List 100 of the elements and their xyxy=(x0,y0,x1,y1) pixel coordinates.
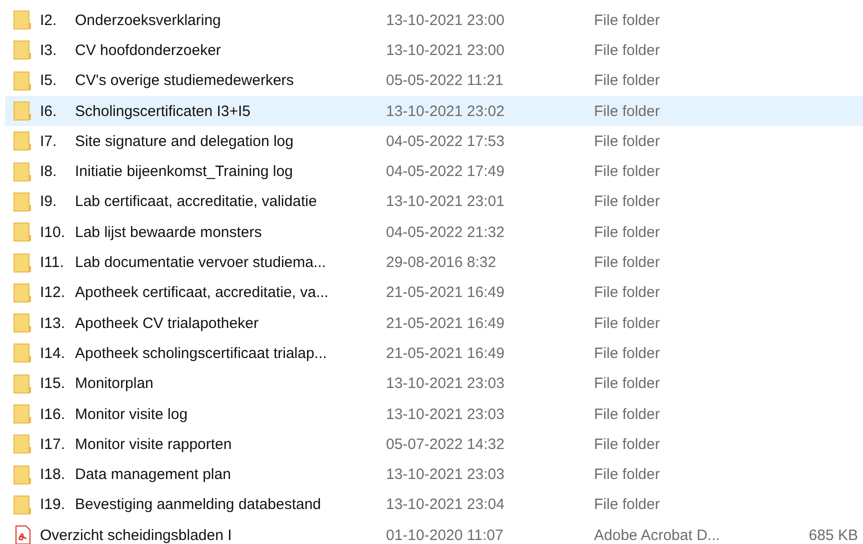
file-name: Monitor visite rapporten xyxy=(75,436,232,453)
date-modified: 13-10-2021 23:01 xyxy=(386,193,506,210)
file-row[interactable]: I5. CV's overige studiemedewerkers 05-05-2022 11:21 File folder xyxy=(5,66,863,96)
file-number: I3. xyxy=(40,42,58,59)
file-type: File folder xyxy=(594,224,661,241)
file-type: File folder xyxy=(594,12,661,29)
file-name: Site signature and delegation log xyxy=(75,132,294,150)
file-row[interactable]: I3. CV hoofdonderzoeker 13-10-2021 23:00 File folder xyxy=(5,35,863,66)
file-type: Adobe Acrobat D... xyxy=(594,526,721,544)
file-row[interactable]: I19. Bevestiging aanmelding databestand 13-10-2021 23:04 File folder xyxy=(5,490,863,520)
file-row[interactable]: I11. Lab documentatie vervoer studiema... 29-08-2016 8:32 File folder xyxy=(5,247,863,278)
date-modified: 04-05-2022 21:32 xyxy=(386,224,506,241)
file-type: File folder xyxy=(594,254,661,272)
file-name: Onderzoeksverklaring xyxy=(75,12,221,29)
date-modified: 13-10-2021 23:03 xyxy=(386,406,506,422)
file-row[interactable]: I10. Lab lijst bewaarde monsters 04-05-2022 21:32 File folder xyxy=(5,217,863,248)
file-row[interactable]: I16. Monitor visite log 13-10-2021 23:03 File folder xyxy=(5,398,863,430)
date-modified: 13-10-2021 23:03 xyxy=(386,466,506,484)
folder-icon xyxy=(13,374,33,394)
date-modified: 13-10-2021 23:00 xyxy=(386,42,506,59)
folder-icon xyxy=(13,404,33,424)
folder-icon xyxy=(13,192,33,212)
folder-icon xyxy=(13,282,33,303)
folder-icon xyxy=(13,131,33,152)
file-row[interactable]: I17. Monitor visite rapporten 05-07-2022 14:32 File folder xyxy=(5,429,863,460)
file-type: File folder xyxy=(594,406,661,422)
file-number: I19. xyxy=(40,496,66,514)
file-number: I9. xyxy=(40,193,58,210)
file-name: Monitor visite log xyxy=(75,406,188,422)
file-row[interactable]: I13. Apotheek CV trialapotheker 21-05-2021 16:49 File folder xyxy=(5,308,863,338)
date-modified: 13-10-2021 23:04 xyxy=(386,496,506,514)
folder-icon xyxy=(13,252,33,273)
folder-icon xyxy=(13,494,33,515)
date-modified: 13-10-2021 23:00 xyxy=(386,12,506,29)
file-type: File folder xyxy=(594,132,661,150)
file-row[interactable]: I18. Data management plan 13-10-2021 23:03 File folder xyxy=(5,459,863,490)
folder-icon xyxy=(13,101,33,122)
file-row[interactable]: I6. Scholingscertificaten I3+I5 13-10-2021 23:02 File folder xyxy=(5,96,863,126)
file-type: File folder xyxy=(594,436,661,453)
file-type: File folder xyxy=(594,375,661,392)
file-row[interactable]: Overzicht scheidingsbladen I 01-10-2020 11:07 Adobe Acrobat D... 685 KB xyxy=(5,520,863,544)
file-name: CV's overige studiemedewerkers xyxy=(75,72,294,90)
file-row[interactable]: I7. Site signature and delegation log 04-05-2022 17:53 File folder xyxy=(5,126,863,156)
file-type: File folder xyxy=(594,72,661,90)
file-name: Lab documentatie vervoer studiema... xyxy=(75,254,326,272)
file-number: I14. xyxy=(40,344,66,362)
folder-icon xyxy=(13,464,33,485)
file-number: I15. xyxy=(40,375,66,392)
file-row[interactable]: I9. Lab certificaat, accreditatie, validatie 13-10-2021 23:01 File folder xyxy=(5,186,863,218)
folder-icon xyxy=(13,70,33,91)
file-type: File folder xyxy=(594,42,661,59)
folder-icon xyxy=(13,343,33,364)
date-modified: 21-05-2021 16:49 xyxy=(386,284,506,302)
file-name: Monitorplan xyxy=(75,375,154,392)
file-name: Apotheek certificaat, accreditatie, va... xyxy=(75,284,328,302)
file-type: File folder xyxy=(594,102,661,120)
file-type: File folder xyxy=(594,496,661,514)
folder-icon xyxy=(13,10,33,30)
file-name: Bevestiging aanmelding databestand xyxy=(75,496,322,514)
file-type: File folder xyxy=(594,314,661,332)
file-number: I18. xyxy=(40,466,66,484)
date-modified: 21-05-2021 16:49 xyxy=(386,314,506,332)
file-name: Apotheek CV trialapotheker xyxy=(75,314,258,332)
date-modified: 01-10-2020 11:07 xyxy=(386,526,504,544)
file-row[interactable]: I12. Apotheek certificaat, accreditatie, va... 21-05-2021 16:49 File folder xyxy=(5,278,863,308)
folder-icon xyxy=(13,40,33,60)
file-number: I6. xyxy=(40,102,58,120)
file-type: File folder xyxy=(594,344,661,362)
date-modified: 21-05-2021 16:49 xyxy=(386,344,506,362)
date-modified: 05-07-2022 14:32 xyxy=(386,436,506,453)
date-modified: 29-08-2016 8:32 xyxy=(386,254,498,272)
file-name: CV hoofdonderzoeker xyxy=(75,42,221,59)
date-modified: 04-05-2022 17:49 xyxy=(386,163,506,180)
file-size: 685 KB xyxy=(808,526,858,544)
file-row[interactable]: I2. Onderzoeksverklaring 13-10-2021 23:00 File folder xyxy=(5,5,863,36)
file-number: I11. xyxy=(40,254,65,272)
date-modified: 05-05-2022 11:21 xyxy=(386,72,504,90)
file-number: I12. xyxy=(40,284,66,302)
file-number: I2. xyxy=(40,12,58,29)
file-number: I16. xyxy=(40,406,66,422)
file-name: Lab lijst bewaarde monsters xyxy=(75,224,262,241)
file-row[interactable]: I15. Monitorplan 13-10-2021 23:03 File folder xyxy=(5,368,863,399)
file-type: File folder xyxy=(594,466,661,484)
file-number: I10. xyxy=(40,224,66,241)
file-number: I17. xyxy=(40,436,66,453)
folder-icon xyxy=(13,434,33,454)
folder-icon xyxy=(13,313,33,334)
file-row[interactable]: I14. Apotheek scholingscertificaat trialap... 21-05-2021 16:49 File folder xyxy=(5,338,863,369)
file-name: Overzicht scheidingsbladen I xyxy=(40,526,232,544)
date-modified: 13-10-2021 23:02 xyxy=(386,102,506,120)
file-type: File folder xyxy=(594,193,661,210)
file-name: Lab certificaat, accreditatie, validatie xyxy=(75,193,317,210)
file-name: Data management plan xyxy=(75,466,231,484)
file-number: I7. xyxy=(40,132,58,150)
file-row[interactable]: I8. Initiatie bijeenkomst_Training log 04-05-2022 17:49 File folder xyxy=(5,156,863,187)
file-name: Initiatie bijeenkomst_Training log xyxy=(75,163,293,180)
file-name: Scholingscertificaten I3+I5 xyxy=(75,102,251,120)
file-type: File folder xyxy=(594,163,661,180)
file-name: Apotheek scholingscertificaat trialap... xyxy=(75,344,327,362)
file-type: File folder xyxy=(594,284,661,302)
